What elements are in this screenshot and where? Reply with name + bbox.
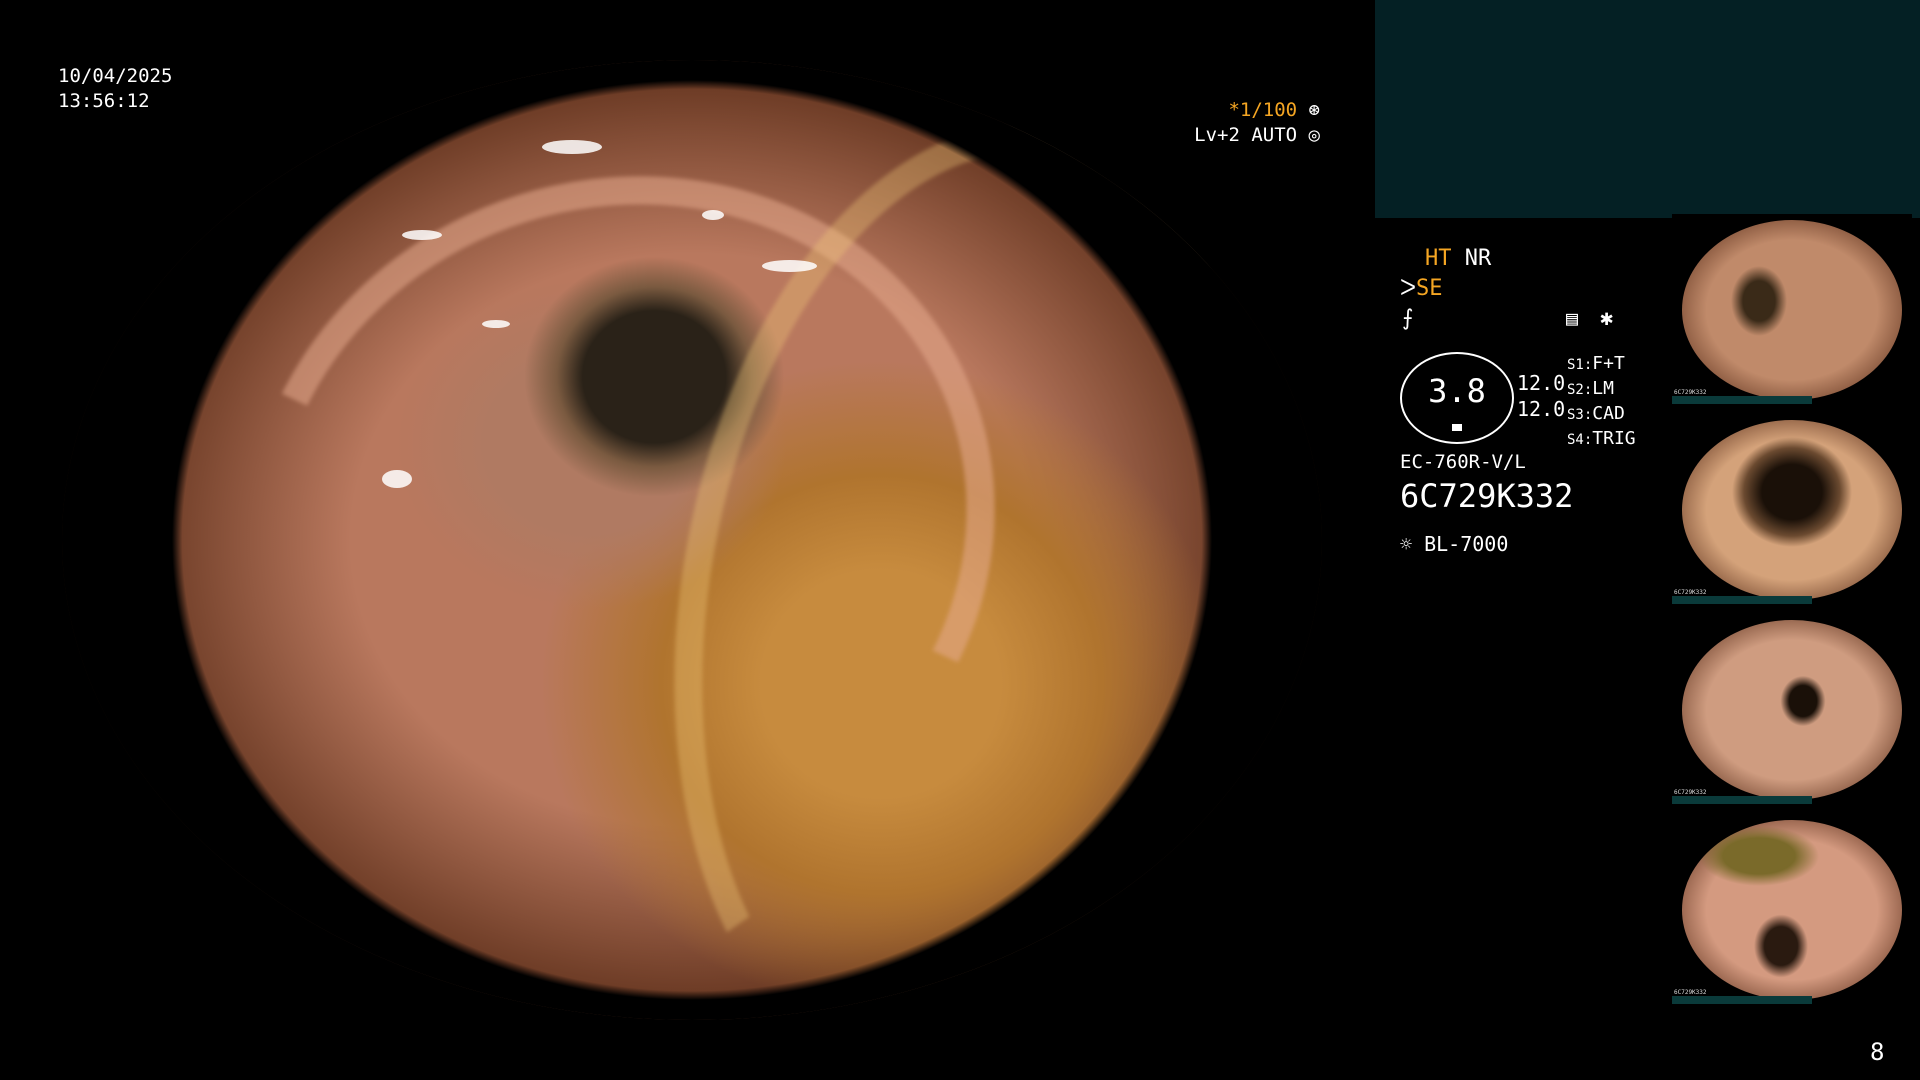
light-icon: ☼ [1400,532,1413,556]
time-text: 13:56:12 [58,90,150,112]
intensity-values: 12.0 12.0 [1517,370,1565,422]
endoscope-main-view [62,60,1322,1020]
thumbnail-label: 6C729K332 [1674,989,1707,996]
s1-value: F+T [1592,353,1625,374]
record-icon: ▤ [1566,306,1579,330]
light-source: ☼ BL-7000 [1400,532,1508,557]
serial-number: 6C729K332 [1400,477,1574,515]
iris-icon: ◎ [1308,124,1320,146]
thumbnail-1[interactable]: 6C729K332 [1672,214,1912,404]
se-row: ᐳSE [1400,274,1443,304]
thumbnail-label: 6C729K332 [1674,389,1707,396]
value-b: 12.0 [1517,397,1566,421]
se-indicator: SE [1416,276,1443,301]
scope-model: EC-760R-V/L [1400,451,1526,473]
s3-value: CAD [1592,403,1625,424]
s3-key: S3: [1567,407,1593,423]
light-source-text: BL-7000 [1424,532,1509,556]
preview-panel [1375,0,1920,218]
s4-key: S4: [1567,432,1593,448]
date-text: 10/04/2025 [58,65,173,87]
structure-enhance-icon: ᐳ [1400,276,1417,301]
zoom-indicator: 3.8 [1400,352,1514,444]
level-text: Lv+2 AUTO [1194,124,1298,146]
exposure-overlay: *1/100 ⊛ Lv+2 AUTO ◎ [1190,98,1320,148]
s2-value: LM [1592,378,1614,399]
s2-key: S2: [1567,382,1593,398]
shutter-text: *1/100 [1228,99,1298,121]
s1-key: S1: [1567,357,1593,373]
thumbnail-2[interactable]: 6C729K332 [1672,414,1912,604]
switch-assignments: S1:F+T S2:LM S3:CAD S4:TRIG [1567,352,1636,452]
thumbnail-4[interactable]: 6C729K332 [1672,814,1912,1004]
datetime-overlay: 10/04/2025 13:56:12 [58,64,172,114]
zoom-value: 3.8 [1428,372,1486,410]
value-a: 12.0 [1517,371,1566,395]
scope-tip-icon [1452,424,1462,431]
thumbnail-label: 6C729K332 [1674,589,1707,596]
mode-indicators: HT NR [1425,244,1491,274]
aperture-icon: ⊛ [1308,99,1320,121]
thumbnail-3[interactable]: 6C729K332 [1672,614,1912,804]
thumbnail-label: 6C729K332 [1674,789,1707,796]
s4-value: TRIG [1592,428,1636,449]
nr-indicator: NR [1464,246,1492,271]
curve-icon: ⨍ [1402,306,1414,331]
page-number: 8 [1870,1038,1885,1066]
asterisk-icon: ✱ [1600,306,1614,331]
ht-indicator: HT [1425,246,1452,271]
